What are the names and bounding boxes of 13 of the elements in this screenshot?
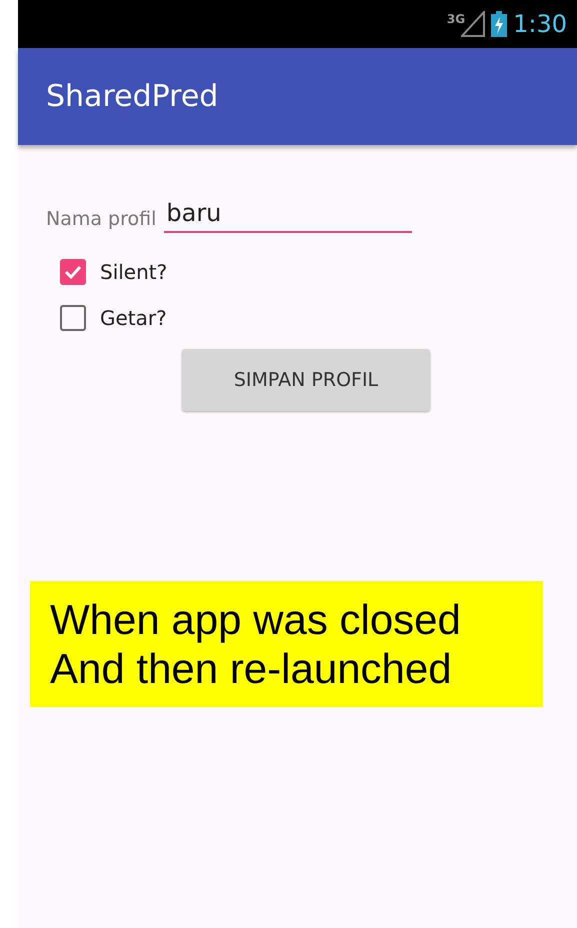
profile-name-field[interactable]: baru — [164, 195, 412, 233]
checkbox[interactable] — [60, 259, 86, 285]
clock-time: 1:30 — [513, 9, 567, 40]
checkbox[interactable] — [60, 305, 86, 331]
annotation-text: When app was closed — [50, 595, 462, 644]
annotation-text: And then re-launched — [50, 644, 453, 694]
checkbox-label: Getar? — [100, 305, 167, 332]
app-title: SharedPred — [46, 78, 218, 116]
network-type: 3G — [446, 11, 466, 28]
field-label: Nama profil — [46, 206, 156, 232]
checkbox-label: Silent? — [100, 259, 168, 286]
battery-charging-icon — [491, 11, 508, 37]
save-profile-button[interactable]: SIMPAN PROFIL — [182, 349, 430, 411]
